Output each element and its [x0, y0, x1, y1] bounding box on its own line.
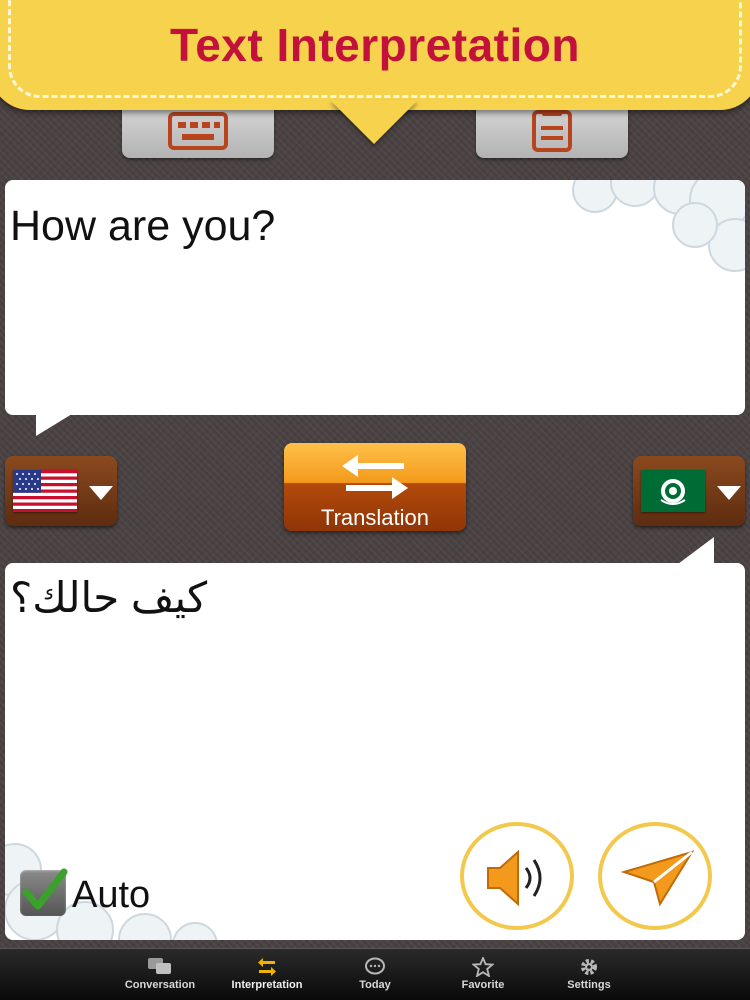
nav-label: Today	[359, 979, 391, 991]
swap-arrows-icon	[342, 455, 408, 499]
nav-item-today[interactable]: Today	[325, 949, 425, 1000]
keyboard-icon	[168, 112, 228, 150]
paper-plane-icon	[620, 850, 695, 907]
checkmark-icon	[22, 868, 68, 910]
nav-label: Settings	[567, 979, 611, 991]
translated-text: كيف حالك؟	[10, 574, 208, 621]
chevron-down-icon	[717, 486, 741, 500]
chevron-down-icon	[89, 486, 113, 500]
nav-label: Favorite	[461, 979, 505, 991]
speaker-icon	[487, 849, 542, 907]
source-text-panel[interactable]: How are you?	[5, 180, 745, 415]
nav-item-conversation[interactable]: Conversation	[110, 949, 210, 1000]
auto-checkbox[interactable]	[20, 868, 68, 916]
chat-bubbles-icon	[148, 958, 171, 974]
nav-label: Conversation	[124, 979, 196, 991]
bottom-nav: Conversation Interpretation Today Favori…	[0, 948, 750, 1000]
source-text[interactable]: How are you?	[10, 202, 275, 251]
swap-arrows-icon	[258, 958, 276, 976]
nav-label: Interpretation	[231, 979, 303, 991]
banner-pointer	[330, 100, 418, 144]
nav-item-favorite[interactable]: Favorite	[433, 949, 533, 1000]
target-panel-tail	[678, 537, 714, 564]
nav-item-settings[interactable]: Settings	[539, 949, 639, 1000]
source-panel-tail	[36, 414, 72, 436]
page-title: Text Interpretation	[170, 19, 580, 71]
cloud-decoration	[572, 180, 745, 272]
translate-button[interactable]: Translation	[284, 443, 466, 531]
auto-label: Auto	[72, 874, 151, 916]
star-icon	[472, 957, 494, 977]
clipboard-icon	[532, 108, 572, 152]
translate-button-label: Translation	[320, 505, 429, 530]
source-language-selector[interactable]	[5, 456, 117, 526]
gear-icon	[581, 959, 597, 975]
target-language-selector[interactable]	[633, 456, 745, 526]
arab-league-flag-icon	[641, 470, 705, 512]
nav-item-interpretation[interactable]: Interpretation	[217, 949, 317, 1000]
speak-button[interactable]	[460, 822, 574, 930]
speech-bubble-icon	[365, 957, 385, 975]
us-flag-icon	[13, 470, 77, 512]
send-button[interactable]	[598, 822, 712, 930]
